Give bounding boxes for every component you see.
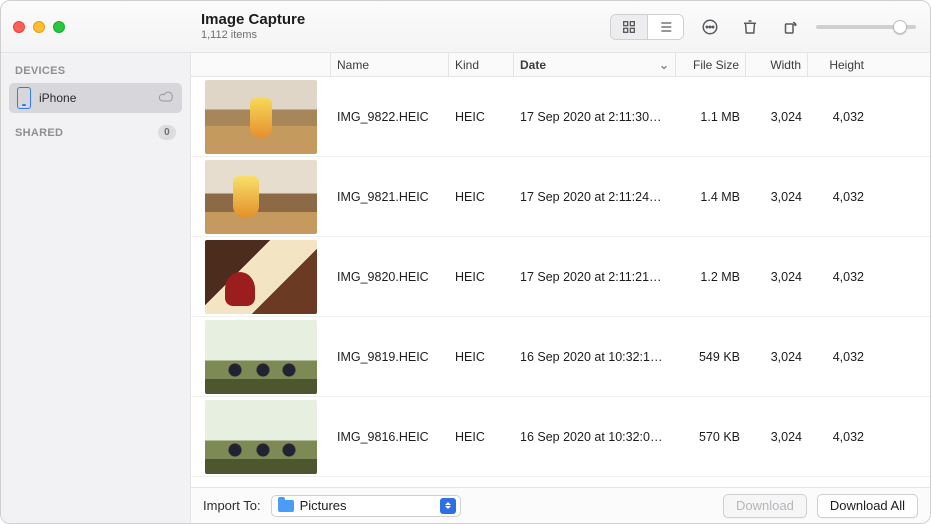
chevron-down-icon: ⌄	[659, 58, 669, 72]
cell-date: 17 Sep 2020 at 2:11:30…	[514, 110, 676, 124]
app-title: Image Capture	[201, 12, 610, 29]
cell-date: 16 Sep 2020 at 10:32:0…	[514, 430, 676, 444]
ellipsis-circle-icon	[701, 18, 719, 36]
sidebar-item-iphone[interactable]: iPhone	[9, 83, 182, 113]
column-headers: Name Kind Date ⌄ File Size Width Height	[191, 53, 930, 77]
cell-width: 3,024	[746, 190, 808, 204]
cell-height: 4,032	[808, 110, 870, 124]
col-name[interactable]: Name	[331, 53, 449, 76]
title-area: Image Capture 1,112 items	[191, 12, 610, 42]
sidebar-section-shared: SHARED 0	[1, 121, 190, 144]
sidebar-section-devices: DEVICES	[1, 61, 190, 81]
cell-name: IMG_9821.HEIC	[331, 190, 449, 204]
close-window-button[interactable]	[13, 21, 25, 33]
cell-date: 17 Sep 2020 at 2:11:24…	[514, 190, 676, 204]
cell-height: 4,032	[808, 190, 870, 204]
list-view-button[interactable]	[647, 15, 683, 39]
cell-height: 4,032	[808, 350, 870, 364]
delete-button[interactable]	[736, 13, 764, 41]
rotate-button[interactable]	[776, 13, 804, 41]
thumbnail	[205, 240, 317, 314]
col-height[interactable]: Height	[808, 53, 870, 76]
cell-kind: HEIC	[449, 430, 514, 444]
cell-size: 570 KB	[676, 430, 746, 444]
cell-name: IMG_9816.HEIC	[331, 430, 449, 444]
download-all-button[interactable]: Download All	[817, 494, 918, 518]
col-date-label: Date	[520, 58, 546, 72]
cell-name: IMG_9820.HEIC	[331, 270, 449, 284]
sidebar-section-label: SHARED	[15, 127, 63, 139]
table-row[interactable]: IMG_9820.HEICHEIC17 Sep 2020 at 2:11:21……	[191, 237, 930, 317]
sidebar-section-label: DEVICES	[15, 65, 65, 77]
sidebar-shared-count: 0	[158, 125, 176, 140]
cell-date: 17 Sep 2020 at 2:11:21…	[514, 270, 676, 284]
col-width[interactable]: Width	[746, 53, 808, 76]
col-kind[interactable]: Kind	[449, 53, 514, 76]
table-row[interactable]: IMG_9821.HEICHEIC17 Sep 2020 at 2:11:24……	[191, 157, 930, 237]
cell-size: 549 KB	[676, 350, 746, 364]
thumbnail	[205, 160, 317, 234]
cell-width: 3,024	[746, 110, 808, 124]
list-icon	[658, 19, 674, 35]
import-destination-popup[interactable]: Pictures	[271, 495, 461, 517]
cell-date: 16 Sep 2020 at 10:32:1…	[514, 350, 676, 364]
table-row[interactable]: IMG_9816.HEICHEIC16 Sep 2020 at 10:32:0……	[191, 397, 930, 477]
cell-kind: HEIC	[449, 270, 514, 284]
table-body[interactable]: IMG_9822.HEICHEIC17 Sep 2020 at 2:11:30……	[191, 77, 930, 487]
titlebar: Image Capture 1,112 items	[1, 1, 930, 53]
col-date[interactable]: Date ⌄	[514, 53, 676, 76]
thumbnail	[205, 80, 317, 154]
cell-size: 1.2 MB	[676, 270, 746, 284]
thumbnail	[205, 320, 317, 394]
col-file-size[interactable]: File Size	[676, 53, 746, 76]
import-destination-value: Pictures	[300, 498, 347, 513]
cell-kind: HEIC	[449, 190, 514, 204]
popup-stepper-icon	[440, 498, 456, 514]
iphone-icon	[17, 87, 31, 109]
cell-name: IMG_9819.HEIC	[331, 350, 449, 364]
sidebar-item-label: iPhone	[39, 91, 76, 105]
cell-height: 4,032	[808, 270, 870, 284]
item-count: 1,112 items	[201, 29, 610, 41]
col-thumbnail[interactable]	[191, 53, 331, 76]
cell-kind: HEIC	[449, 350, 514, 364]
cell-width: 3,024	[746, 350, 808, 364]
grid-view-button[interactable]	[611, 15, 647, 39]
folder-icon	[278, 500, 294, 512]
table-row[interactable]: IMG_9819.HEICHEIC16 Sep 2020 at 10:32:1……	[191, 317, 930, 397]
cloud-icon	[158, 91, 174, 106]
trash-icon	[741, 18, 759, 36]
cell-size: 1.1 MB	[676, 110, 746, 124]
table-row[interactable]: IMG_9822.HEICHEIC17 Sep 2020 at 2:11:30……	[191, 77, 930, 157]
window-controls	[1, 21, 191, 33]
thumbnail-size-slider[interactable]	[816, 25, 916, 29]
zoom-window-button[interactable]	[53, 21, 65, 33]
minimize-window-button[interactable]	[33, 21, 45, 33]
content: Name Kind Date ⌄ File Size Width Height …	[191, 53, 930, 523]
grid-icon	[621, 19, 637, 35]
toolbar	[610, 13, 930, 41]
cell-height: 4,032	[808, 430, 870, 444]
footer-bar: Import To: Pictures Download Download Al…	[191, 487, 930, 523]
rotate-icon	[781, 18, 799, 36]
thumbnail-size-input[interactable]	[816, 25, 916, 29]
sidebar: DEVICES iPhone SHARED 0	[1, 53, 191, 523]
cell-kind: HEIC	[449, 110, 514, 124]
cell-size: 1.4 MB	[676, 190, 746, 204]
cell-name: IMG_9822.HEIC	[331, 110, 449, 124]
view-switcher	[610, 14, 684, 40]
cell-width: 3,024	[746, 430, 808, 444]
cell-width: 3,024	[746, 270, 808, 284]
download-button[interactable]: Download	[723, 494, 807, 518]
thumbnail	[205, 400, 317, 474]
more-button[interactable]	[696, 13, 724, 41]
import-to-label: Import To:	[203, 498, 261, 513]
